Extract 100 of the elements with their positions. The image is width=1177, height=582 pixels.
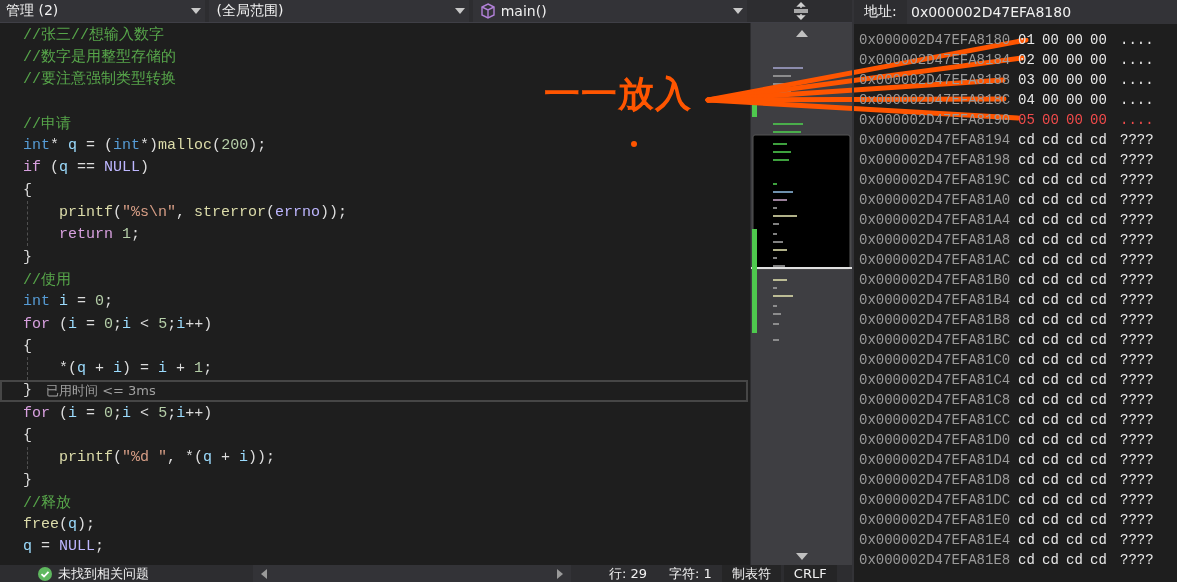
byte-value: cd	[1090, 512, 1108, 528]
memory-address: 0x000002D47EFA81E8	[859, 552, 1012, 568]
memory-address: 0x000002D47EFA81E0	[859, 512, 1012, 528]
byte-value: cd	[1066, 332, 1084, 348]
code-line: }	[23, 248, 32, 266]
byte-value: cd	[1018, 472, 1036, 488]
memory-address: 0x000002D47EFA81E4	[859, 532, 1012, 548]
byte-value: 00	[1066, 32, 1084, 48]
code-line: {	[23, 181, 32, 199]
memory-address: 0x000002D47EFA81A0	[859, 192, 1012, 208]
code-line: //释放	[23, 493, 71, 512]
byte-value: cd	[1090, 372, 1108, 388]
split-icon[interactable]	[793, 2, 810, 20]
memory-address: 0x000002D47EFA81AC	[859, 252, 1012, 268]
byte-value: cd	[1042, 372, 1060, 388]
code-line: for (i = 0;i < 5;i++)	[23, 404, 213, 422]
memory-address: 0x000002D47EFA81CC	[859, 412, 1012, 428]
byte-value: cd	[1018, 152, 1036, 168]
caret-icon	[190, 8, 201, 14]
dropdown[interactable]: (全局范围)	[208, 0, 469, 22]
byte-value: 00	[1090, 92, 1108, 108]
ascii-text: ....	[1120, 32, 1154, 48]
byte-value: cd	[1018, 412, 1036, 428]
ascii-text: ????	[1120, 532, 1154, 548]
byte-value: cd	[1066, 372, 1084, 388]
byte-value: 01	[1018, 32, 1036, 48]
code-line: int i = 0;	[23, 293, 114, 311]
ascii-text: ????	[1120, 312, 1154, 328]
byte-value: cd	[1090, 352, 1108, 368]
byte-value: cd	[1042, 152, 1060, 168]
memory-address: 0x000002D47EFA81B4	[859, 292, 1012, 308]
code-line: printf("%s\n", strerror(errno));	[59, 204, 348, 221]
memory-address: 0x000002D47EFA81B0	[859, 272, 1012, 288]
byte-value: cd	[1066, 132, 1084, 148]
ascii-text: ????	[1120, 512, 1154, 528]
byte-value: cd	[1018, 532, 1036, 548]
ascii-text: ????	[1120, 472, 1154, 488]
byte-value: cd	[1018, 172, 1036, 188]
byte-value: cd	[1042, 552, 1060, 568]
dropdown-text: main()	[500, 3, 547, 19]
indent-button[interactable]: 制表符	[721, 565, 781, 582]
address-field[interactable]: 0x000002D47EFA8180	[907, 0, 1177, 24]
caret-icon	[454, 8, 465, 14]
byte-value: cd	[1042, 352, 1060, 368]
ascii-text: ????	[1120, 392, 1154, 408]
code-line: //要注意强制类型转换	[23, 69, 176, 89]
ascii-text: ????	[1120, 412, 1154, 428]
byte-value: 00	[1066, 52, 1084, 68]
byte-value: 02	[1018, 52, 1036, 68]
byte-value: 00	[1090, 32, 1108, 48]
byte-value: cd	[1018, 252, 1036, 268]
byte-value: 00	[1042, 72, 1060, 88]
byte-value: 00	[1042, 92, 1060, 108]
byte-value: cd	[1018, 192, 1036, 208]
ascii-text: ....	[1120, 92, 1154, 108]
memory-address: 0x000002D47EFA81C4	[859, 372, 1012, 388]
horizontal-scrollbar[interactable]	[253, 565, 571, 582]
byte-value: cd	[1066, 452, 1084, 468]
memory-address: 0x000002D47EFA81D4	[859, 452, 1012, 468]
ascii-text: ????	[1120, 192, 1154, 208]
memory-address: 0x000002D47EFA81C8	[859, 392, 1012, 408]
byte-value: cd	[1042, 492, 1060, 508]
byte-value: cd	[1018, 232, 1036, 248]
dropdown[interactable]: 管理 (2)	[0, 0, 205, 22]
line-ending-button[interactable]: CRLF	[783, 565, 837, 582]
line-number[interactable]: 行: 29	[609, 564, 648, 582]
byte-value: cd	[1090, 312, 1108, 328]
ascii-text: ????	[1120, 292, 1154, 308]
issues-status[interactable]: 未找到相关问题	[58, 564, 149, 582]
byte-value: cd	[1090, 192, 1108, 208]
ascii-text: ????	[1120, 552, 1154, 568]
byte-value: cd	[1090, 132, 1108, 148]
dropdown-text: (全局范围)	[216, 2, 284, 20]
check-icon	[38, 566, 52, 581]
memory-address: 0x000002D47EFA81A8	[859, 232, 1012, 248]
code-line: return 1;	[59, 226, 141, 244]
dropdown[interactable]: main()	[472, 0, 747, 22]
byte-value: cd	[1042, 332, 1060, 348]
byte-value: cd	[1018, 452, 1036, 468]
address-label: 地址:	[864, 3, 898, 21]
scroll-up-icon[interactable]	[795, 29, 808, 37]
byte-value: cd	[1090, 172, 1108, 188]
ascii-text: ????	[1120, 172, 1154, 188]
byte-value: cd	[1018, 492, 1036, 508]
byte-value: cd	[1066, 152, 1084, 168]
byte-value: cd	[1018, 212, 1036, 228]
byte-value: cd	[1090, 252, 1108, 268]
code-line: }	[23, 382, 32, 400]
ascii-text: ....	[1120, 72, 1154, 88]
ascii-text: ????	[1120, 352, 1154, 368]
caret-icon	[732, 8, 743, 14]
ascii-text: ????	[1120, 432, 1154, 448]
byte-value: 00	[1090, 52, 1108, 68]
char-number[interactable]: 字符: 1	[669, 564, 712, 582]
scroll-down-icon[interactable]	[795, 552, 808, 560]
byte-value: cd	[1018, 332, 1036, 348]
dropdown-text: 管理 (2)	[6, 2, 59, 20]
ascii-text: ????	[1120, 212, 1154, 228]
byte-value: cd	[1042, 132, 1060, 148]
memory-address: 0x000002D47EFA8198	[859, 152, 1012, 168]
